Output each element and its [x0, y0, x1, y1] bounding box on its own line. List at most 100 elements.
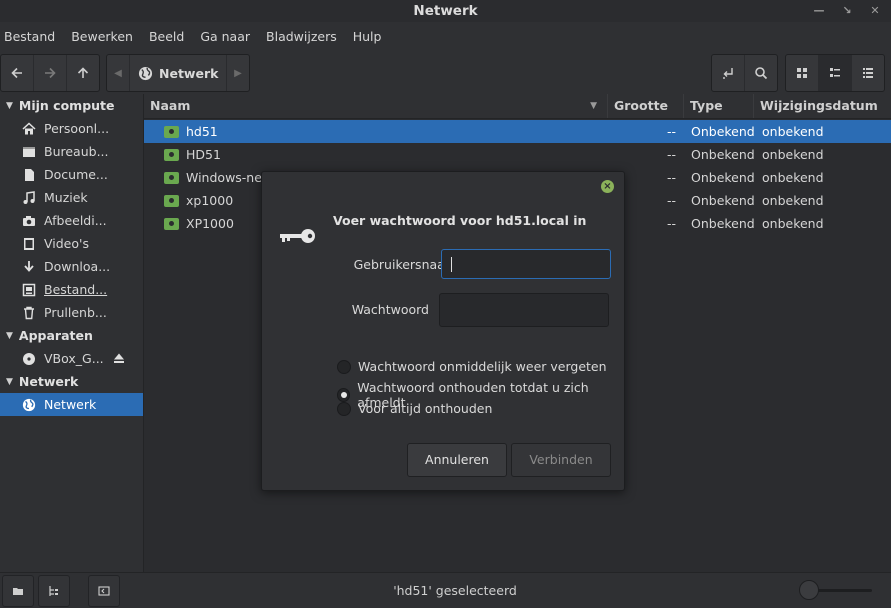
file-date: onbekend: [762, 147, 824, 162]
sidebar-item-label: Bureaub...: [44, 144, 109, 159]
file-type: Onbekend: [691, 147, 755, 162]
radio-remember-forever[interactable]: Voor altijd onthouden: [337, 401, 492, 416]
show-treeview-button[interactable]: [38, 575, 70, 607]
file-name: xp1000: [186, 193, 234, 208]
up-button[interactable]: [67, 55, 99, 91]
column-headers: Naam ▼ Grootte Type Wijzigingsdatum: [144, 94, 891, 119]
radio-button[interactable]: [337, 401, 351, 416]
file-type: Onbekend: [691, 170, 755, 185]
home-icon: [22, 121, 36, 136]
menu-bewerken[interactable]: Bewerken: [67, 29, 141, 44]
sidebar-item-vbox[interactable]: VBox_G...: [0, 347, 143, 370]
file-row[interactable]: HD51 -- Onbekend onbekend: [144, 143, 891, 166]
network-share-folder-icon: [164, 194, 179, 207]
show-places-button[interactable]: [2, 575, 34, 607]
sidebar-section-title: Apparaten: [18, 328, 93, 343]
download-icon: [22, 260, 36, 274]
video-icon: [22, 237, 36, 251]
column-date-label: Wijzigingsdatum: [760, 98, 878, 113]
icon-view-button[interactable]: [786, 55, 819, 91]
file-date: onbekend: [762, 124, 824, 139]
sidebar-item-muziek[interactable]: Muziek: [0, 186, 143, 209]
search-button[interactable]: [745, 55, 777, 91]
path-bar: ◀ Netwerk ▶: [106, 54, 250, 92]
list-view-button[interactable]: [819, 55, 852, 91]
menu-bestand[interactable]: Bestand: [0, 29, 63, 44]
expand-triangle-icon: ▼: [6, 376, 13, 387]
sidebar-section-apparaten[interactable]: ▼ Apparaten: [0, 324, 143, 347]
eject-icon[interactable]: [113, 352, 125, 367]
file-size: --: [666, 147, 676, 162]
sidebar-item-documenten[interactable]: Docume...: [0, 163, 143, 186]
menu-bladwijzers[interactable]: Bladwijzers: [262, 29, 345, 44]
arrow-left-icon: [11, 67, 22, 79]
sidebar-item-label: Afbeeldi...: [44, 213, 107, 228]
file-name: XP1000: [186, 216, 234, 231]
column-size[interactable]: Grootte: [608, 94, 684, 118]
column-date[interactable]: Wijzigingsdatum: [754, 94, 891, 118]
menu-hulp[interactable]: Hulp: [349, 29, 390, 44]
path-scroll-left-icon[interactable]: ◀: [107, 68, 129, 79]
maximize-button[interactable]: ↘: [841, 0, 853, 22]
toggle-location-button[interactable]: [712, 55, 745, 91]
zoom-slider-handle[interactable]: [799, 580, 819, 600]
network-share-folder-icon: [164, 125, 179, 138]
forward-button[interactable]: [34, 55, 67, 91]
sidebar-item-label: Docume...: [44, 167, 108, 182]
compact-list-icon: [863, 68, 873, 78]
window-title: Netwerk: [413, 3, 478, 19]
network-share-folder-icon: [164, 171, 179, 184]
file-date: onbekend: [762, 193, 824, 208]
file-type: Onbekend: [691, 193, 755, 208]
sidebar-section-title: Netwerk: [18, 374, 79, 389]
compact-view-button[interactable]: [852, 55, 884, 91]
sidebar-item-bureaublad[interactable]: Bureaub...: [0, 140, 143, 163]
sidebar-item-prullenbak[interactable]: Prullenb...: [0, 301, 143, 324]
sidebar-item-bestandssysteem[interactable]: Bestand...: [0, 278, 143, 301]
radio-button-selected[interactable]: [337, 388, 351, 402]
close-button[interactable]: ✕: [869, 0, 881, 22]
file-date: onbekend: [762, 216, 824, 231]
path-scroll-right-icon[interactable]: ▶: [227, 68, 249, 79]
sidebar-item-videos[interactable]: Video's: [0, 232, 143, 255]
disc-icon: [22, 352, 36, 366]
folder-icon: [13, 588, 23, 595]
radio-button[interactable]: [337, 359, 351, 374]
hide-sidebar-button[interactable]: [88, 575, 120, 607]
trash-icon: [22, 306, 36, 320]
sidebar-item-persoonlijk[interactable]: Persoonl...: [0, 117, 143, 140]
file-row[interactable]: hd51 -- Onbekend onbekend: [144, 120, 891, 143]
column-type[interactable]: Type: [684, 94, 754, 118]
expand-triangle-icon: ▼: [6, 100, 13, 111]
search-icon: [755, 67, 768, 80]
globe-icon: [138, 66, 153, 80]
back-button[interactable]: [1, 55, 34, 91]
sidebar-item-label: VBox_G...: [44, 351, 104, 366]
sidebar-item-downloads[interactable]: Downloa...: [0, 255, 143, 278]
toolbar: ◀ Netwerk ▶: [0, 50, 891, 94]
column-name[interactable]: Naam ▼: [144, 94, 608, 118]
cancel-button[interactable]: Annuleren: [407, 443, 507, 477]
music-icon: [22, 190, 36, 205]
file-type: Onbekend: [691, 124, 755, 139]
username-field[interactable]: [441, 249, 611, 279]
tree-icon: [49, 586, 58, 596]
column-type-label: Type: [690, 98, 723, 113]
menu-beeld[interactable]: Beeld: [145, 29, 192, 44]
camera-icon: [22, 214, 36, 228]
nav-buttons: [0, 54, 100, 92]
sidebar-section-netwerk[interactable]: ▼ Netwerk: [0, 370, 143, 393]
text-caret: [451, 257, 452, 272]
password-field[interactable]: [439, 293, 609, 327]
sidebar-item-netwerk[interactable]: Netwerk: [0, 393, 143, 416]
dialog-close-button[interactable]: ×: [601, 180, 614, 193]
sidebar-item-afbeeldingen[interactable]: Afbeeldi...: [0, 209, 143, 232]
menu-ga-naar[interactable]: Ga naar: [196, 29, 258, 44]
minimize-button[interactable]: —: [813, 0, 825, 22]
document-icon: [22, 168, 36, 182]
sidebar-section-mijn-computer[interactable]: ▼ Mijn compute: [0, 94, 143, 117]
connect-button[interactable]: Verbinden: [511, 443, 611, 477]
radio-forget-immediately[interactable]: Wachtwoord onmiddelijk weer vergeten: [337, 359, 607, 374]
path-label: Netwerk: [159, 65, 219, 81]
path-segment-netwerk[interactable]: Netwerk: [129, 55, 227, 91]
